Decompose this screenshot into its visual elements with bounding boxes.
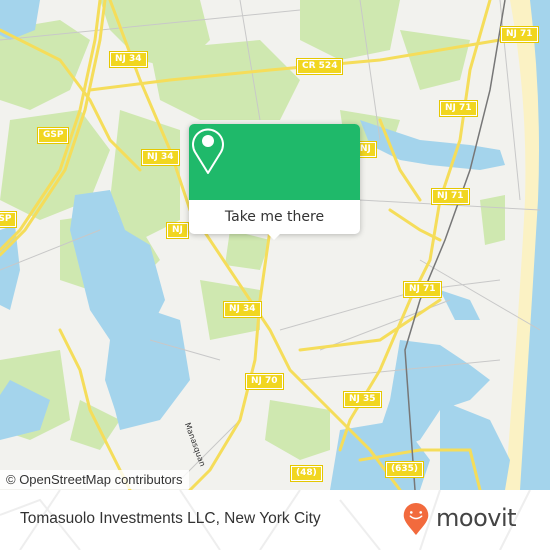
road-shield: NJ 71: [439, 100, 478, 117]
popup-header: [189, 124, 360, 200]
road-shield: GSP: [0, 211, 18, 228]
road-shield: NJ 34: [223, 301, 262, 318]
road-shield: NJ 71: [403, 281, 442, 298]
road-shield: NJ 34: [141, 149, 180, 166]
road-shield: NJ 70: [245, 373, 284, 390]
road-shield: GSP: [36, 127, 70, 144]
take-me-there-button[interactable]: Take me there: [189, 200, 360, 234]
place-title: Tomasuolo Investments LLC, New York City: [20, 510, 321, 527]
road-shield: NJ 71: [500, 26, 539, 43]
popup-pointer: [266, 232, 282, 240]
map-canvas[interactable]: NJ 71 CR 524 NJ 34 NJ 71 GSP NJ 34 NJ 71…: [0, 0, 550, 490]
moovit-logo-icon: [403, 502, 429, 536]
road-shield: CR 524: [295, 58, 344, 75]
map-tiles: [0, 0, 550, 490]
footer: Tomasuolo Investments LLC, New York City…: [0, 490, 550, 550]
road-shield: NJ 35: [343, 391, 382, 408]
road-shield: (635): [384, 461, 425, 478]
road-shield: (48): [290, 465, 323, 482]
location-pin-icon: [192, 128, 224, 174]
osm-attribution[interactable]: © OpenStreetMap contributors: [0, 470, 189, 489]
moovit-wordmark[interactable]: moovit: [436, 501, 517, 535]
road-shield: NJ 71: [431, 188, 470, 205]
road-shield: NJ 34: [109, 51, 148, 68]
road-shield: NJ: [166, 222, 189, 239]
location-popup: Take me there: [189, 124, 360, 240]
